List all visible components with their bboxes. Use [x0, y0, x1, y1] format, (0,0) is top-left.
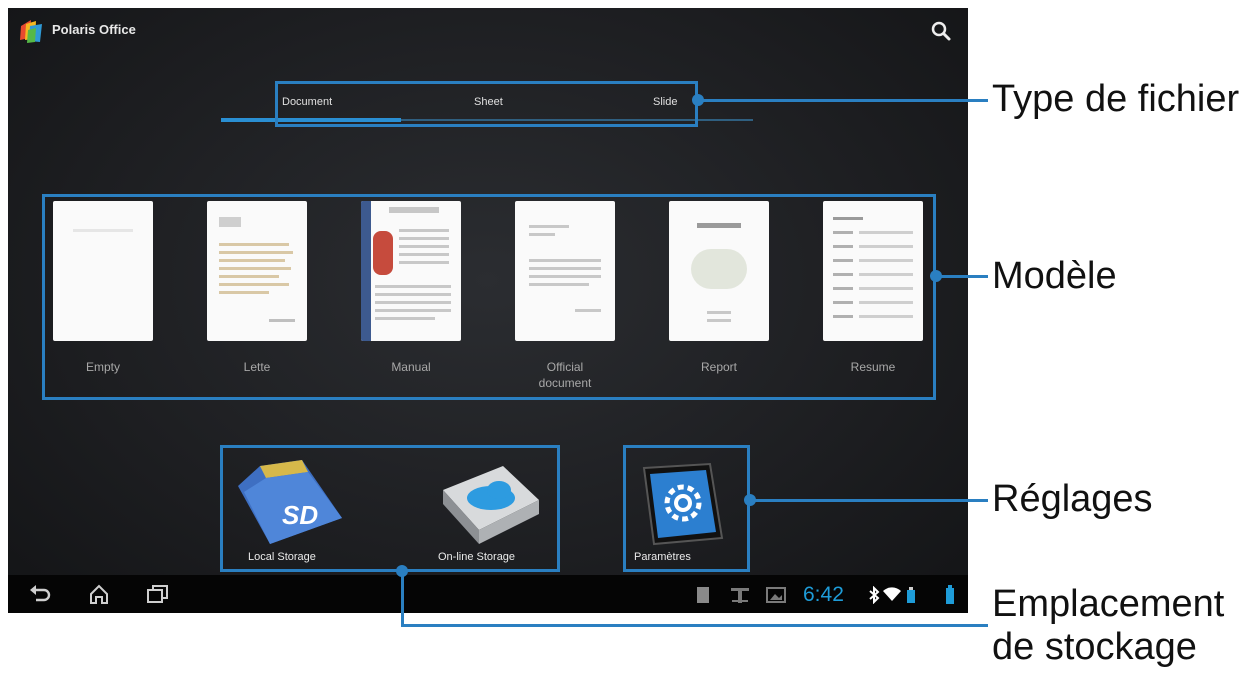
search-icon[interactable] [930, 20, 952, 42]
template-highlight-box [42, 194, 936, 400]
app-bar: Polaris Office [8, 8, 968, 54]
wifi-icon [883, 587, 901, 601]
back-icon[interactable] [28, 584, 52, 604]
template-connector-line [936, 275, 988, 278]
dock-battery-icon [907, 587, 915, 603]
callout-file-type: Type de fichier [992, 78, 1240, 120]
settings-connector-line [750, 499, 988, 502]
screenshot-notification-icon[interactable] [766, 586, 786, 604]
callout-storage-line2: de stockage [992, 626, 1197, 668]
recent-apps-icon[interactable] [146, 584, 170, 604]
storage-connector-line [401, 624, 988, 627]
callout-settings: Réglages [992, 478, 1153, 520]
callout-storage-line1: Emplacement [992, 583, 1225, 625]
home-icon[interactable] [88, 583, 110, 605]
storage-connector-vertical-line [401, 571, 404, 627]
keyboard-notification-icon[interactable] [730, 586, 750, 604]
app-title: Polaris Office [52, 22, 136, 37]
battery-icon [946, 585, 954, 604]
file-type-highlight-box [275, 81, 698, 127]
status-clock: 6:42 [803, 583, 844, 606]
bluetooth-icon [869, 586, 880, 604]
polaris-office-logo [20, 20, 42, 43]
system-nav-bar: 6:42 [8, 575, 968, 613]
storage-highlight-box [220, 445, 560, 572]
file-type-connector-line [698, 99, 988, 102]
settings-highlight-box [623, 445, 750, 572]
document-notification-icon[interactable] [696, 586, 712, 604]
callout-template: Modèle [992, 255, 1117, 297]
